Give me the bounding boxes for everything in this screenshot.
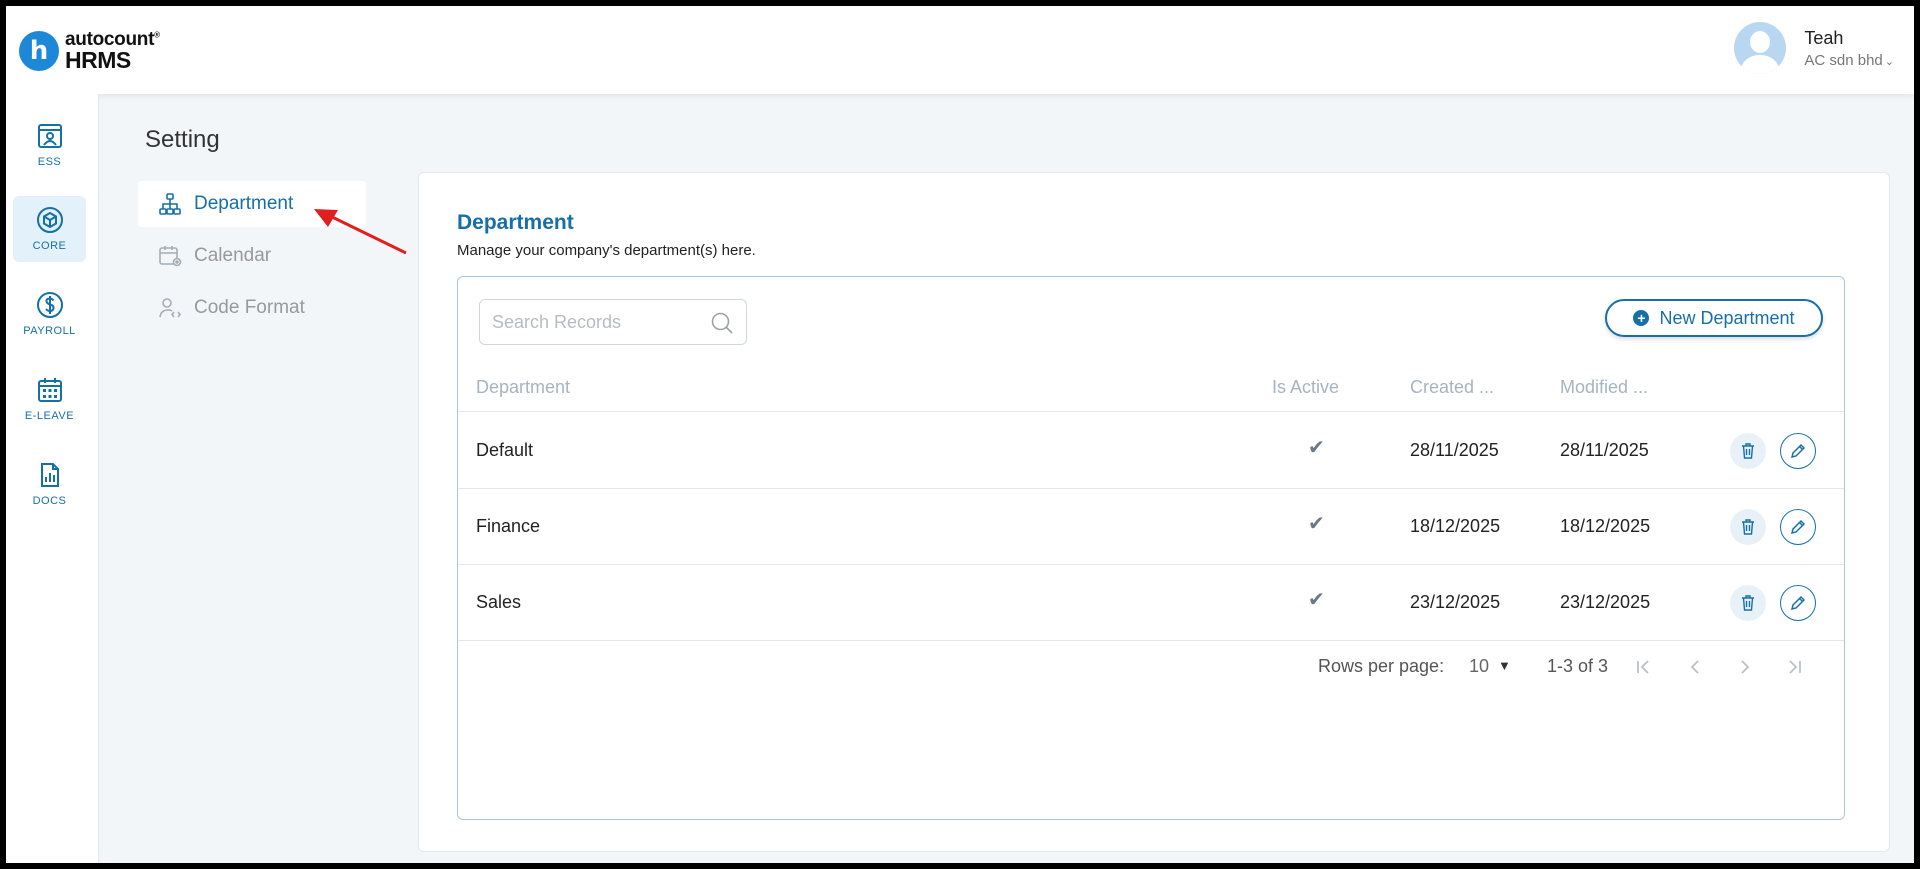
check-icon: ✔ — [1308, 513, 1325, 535]
rail-label: E-LEAVE — [24, 410, 75, 422]
page-range: 1-3 of 3 — [1547, 656, 1609, 676]
edit-button[interactable] — [1780, 509, 1816, 545]
column-header-is-active[interactable]: Is Active — [1272, 377, 1339, 398]
cell-created: 28/11/2025 — [1410, 440, 1499, 460]
chevron-left-icon — [1690, 660, 1699, 674]
plus-circle-icon: + — [1633, 310, 1650, 326]
search-input[interactable] — [492, 300, 692, 344]
rows-per-page-label: Rows per page: — [1318, 656, 1445, 676]
cell-modified: 28/11/2025 — [1560, 440, 1649, 460]
rail-label: DOCS — [32, 495, 67, 507]
logo-text: autocount® HRMS — [65, 30, 160, 72]
calendar-gear-icon — [159, 246, 182, 267]
calendar-icon — [37, 378, 62, 402]
pencil-icon — [1790, 595, 1806, 611]
chevron-right-icon — [1741, 660, 1750, 674]
rail-item-payroll[interactable]: PAYROLL — [13, 281, 86, 347]
last-page-button[interactable] — [1781, 654, 1807, 680]
table-row[interactable]: Default ✔ 28/11/2025 28/11/2025 — [458, 413, 1844, 489]
user-name: Teah — [1804, 27, 1844, 48]
check-icon: ✔ — [1308, 437, 1325, 459]
ess-icon — [37, 124, 62, 148]
docs-icon — [40, 463, 59, 487]
next-page-button[interactable] — [1732, 654, 1758, 680]
column-header-department[interactable]: Department — [476, 377, 570, 398]
avatar[interactable] — [1734, 22, 1787, 74]
pencil-icon — [1790, 443, 1806, 459]
check-icon: ✔ — [1308, 589, 1325, 611]
column-header-modified[interactable]: Modified ... — [1560, 377, 1648, 398]
annotation-arrow-icon — [314, 209, 407, 255]
settings-item-label: Code Format — [194, 297, 305, 318]
core-icon — [36, 207, 63, 233]
settings-item-label: Calendar — [194, 245, 272, 266]
new-department-button[interactable]: + New Department — [1605, 299, 1823, 337]
department-table: + New Department Department Is Active Cr… — [457, 276, 1845, 820]
page-title: Setting — [145, 126, 220, 153]
pagination: Rows per page: 10 ▼ 1-3 of 3 — [458, 652, 1844, 682]
caret-down-icon[interactable]: ▼ — [1498, 658, 1511, 673]
delete-button[interactable] — [1730, 433, 1766, 469]
module-rail: ESS CORE PAYROLL E-LEAVE DOCS — [6, 94, 99, 863]
user-code-icon — [159, 298, 182, 318]
table-row[interactable]: Sales ✔ 23/12/2025 23/12/2025 — [458, 565, 1844, 641]
section-title: Department — [457, 211, 574, 234]
rail-item-ess[interactable]: ESS — [13, 112, 86, 178]
search-box — [479, 299, 747, 345]
first-page-icon — [1637, 660, 1649, 674]
top-header: h autocount® HRMS Teah AC sdn bhd ⌄ — [6, 6, 1914, 94]
last-page-icon — [1789, 660, 1801, 674]
search-icon[interactable] — [710, 311, 734, 335]
edit-button[interactable] — [1780, 433, 1816, 469]
rail-label: CORE — [32, 240, 67, 252]
chevron-down-icon: ⌄ — [1884, 55, 1894, 68]
new-department-label: New Department — [1659, 307, 1795, 328]
edit-button[interactable] — [1780, 585, 1816, 621]
cell-created: 23/12/2025 — [1410, 592, 1501, 612]
rail-item-docs[interactable]: DOCS — [13, 451, 86, 517]
user-company[interactable]: AC sdn bhd ⌄ — [1804, 52, 1894, 69]
rail-label: PAYROLL — [23, 325, 76, 337]
settings-item-code-format[interactable]: Code Format — [138, 285, 366, 331]
user-info[interactable]: Teah AC sdn bhd ⌄ — [1804, 28, 1894, 69]
column-header-created[interactable]: Created ... — [1410, 377, 1494, 398]
delete-button[interactable] — [1730, 585, 1766, 621]
settings-item-label: Department — [194, 193, 294, 214]
trash-icon — [1742, 443, 1754, 459]
table-header: Department Is Active Created ... Modifie… — [458, 362, 1844, 412]
delete-button[interactable] — [1730, 509, 1766, 545]
section-subtitle: Manage your company's department(s) here… — [457, 242, 756, 259]
org-chart-icon — [159, 193, 181, 215]
app-logo[interactable]: h autocount® HRMS — [19, 26, 160, 76]
cell-department: Finance — [476, 516, 541, 536]
rail-item-core[interactable]: CORE — [13, 196, 86, 262]
payroll-icon — [36, 292, 63, 318]
trash-icon — [1742, 595, 1754, 611]
table-row[interactable]: Finance ✔ 18/12/2025 18/12/2025 — [458, 489, 1844, 565]
rows-per-page-select[interactable]: 10 — [1469, 656, 1489, 677]
first-page-button[interactable] — [1631, 654, 1657, 680]
trash-icon — [1742, 519, 1754, 535]
cell-department: Default — [476, 440, 534, 460]
cell-department: Sales — [476, 592, 522, 612]
rail-label: ESS — [37, 156, 62, 168]
rail-item-eleave[interactable]: E-LEAVE — [13, 366, 86, 432]
app-frame: h autocount® HRMS Teah AC sdn bhd⌄ ESS — [6, 6, 1914, 863]
prev-page-button[interactable] — [1682, 654, 1708, 680]
department-card: Department Manage your company's departm… — [418, 172, 1890, 852]
cell-created: 18/12/2025 — [1410, 516, 1501, 536]
cell-modified: 18/12/2025 — [1560, 516, 1651, 536]
pencil-icon — [1790, 519, 1806, 535]
logo-circle-icon: h — [19, 31, 59, 71]
user-menu[interactable]: Teah AC sdn bhd ⌄ — [1734, 22, 1894, 74]
cell-modified: 23/12/2025 — [1560, 592, 1651, 612]
logo-product: HRMS — [65, 47, 131, 73]
